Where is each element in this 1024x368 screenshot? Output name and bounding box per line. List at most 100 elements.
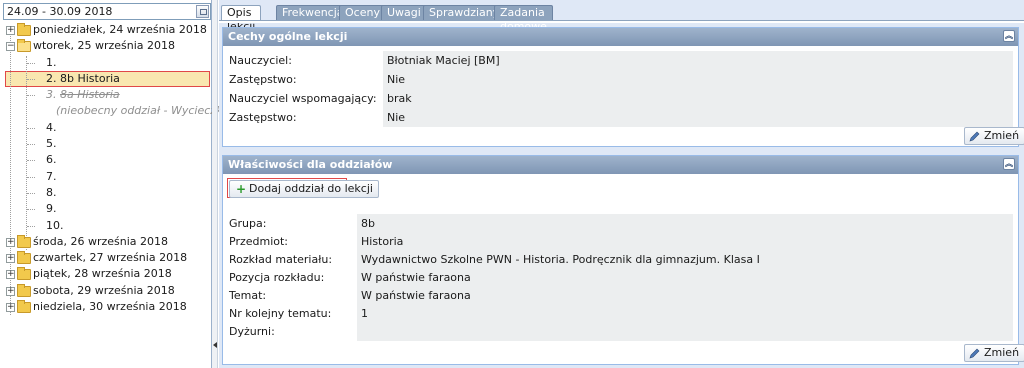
tree-lesson-item[interactable]: 6. (0, 152, 211, 168)
general-lesson-panel: Cechy ogólne lekcji ︽ Nauczyciel: Błotni… (222, 27, 1024, 147)
field-row: Pozycja rozkładu: W państwie faraona (223, 268, 1020, 287)
tree-lesson-item[interactable]: 4. (0, 120, 211, 136)
tree-day-label: poniedziałek, 24 września 2018 (33, 23, 207, 36)
field-value: 8b (357, 214, 1013, 233)
tree-day-item[interactable]: + piątek, 28 września 2018 (0, 266, 211, 282)
field-row: Zastępstwo: Nie (223, 70, 1020, 89)
tree-lesson-label: 8. (46, 185, 57, 199)
tree-day-label: piątek, 28 września 2018 (33, 267, 172, 281)
collapse-chevron-up-icon[interactable]: ︽ (1003, 158, 1015, 170)
tree-lesson-item[interactable]: 1. (0, 55, 211, 71)
tree-lesson-label: 2. 8b Historia (46, 71, 120, 85)
add-class-label: Dodaj oddział do lekcji (249, 182, 373, 195)
expand-plus-icon[interactable]: + (6, 286, 15, 296)
field-row: Grupa: 8b (223, 214, 1020, 233)
tree-lesson-item[interactable]: 7. (0, 169, 211, 185)
collapse-minus-icon[interactable]: − (6, 42, 15, 52)
folder-icon (17, 251, 31, 265)
expand-plus-icon[interactable]: + (6, 270, 15, 280)
field-row: Temat: W państwie faraona (223, 286, 1020, 305)
tree-day-item[interactable]: + czwartek, 27 września 2018 (0, 250, 211, 266)
tree-day-item[interactable]: + poniedziałek, 24 września 2018 (0, 22, 211, 38)
pane-splitter[interactable] (212, 0, 218, 368)
tree-day-item[interactable]: + niedziela, 30 września 2018 (0, 299, 211, 315)
field-value: Historia (357, 232, 1013, 251)
change-button[interactable]: Zmień (964, 344, 1024, 362)
week-range-field[interactable]: 24.09 - 30.09 2018 (3, 3, 211, 20)
folder-icon (17, 23, 31, 36)
field-value: W państwie faraona (357, 286, 1013, 305)
panel-title: Właściwości dla oddziałów (228, 158, 393, 171)
tab-sprawdziany[interactable]: Sprawdziany (423, 5, 506, 20)
tree-day-label: wtorek, 25 września 2018 (33, 39, 175, 53)
tree-lesson-item[interactable]: 9. (0, 201, 211, 217)
tab-oceny[interactable]: Oceny (339, 5, 386, 20)
folder-icon (17, 234, 31, 248)
calendar-icon[interactable] (196, 5, 209, 18)
tree-day-label: środa, 26 września 2018 (33, 234, 169, 248)
expand-plus-icon[interactable]: + (6, 26, 15, 35)
field-value: W państwie faraona (357, 268, 1013, 287)
change-button[interactable]: Zmień (964, 127, 1024, 145)
tab-uwagi[interactable]: Uwagi (381, 5, 427, 20)
change-button-label: Zmień (984, 129, 1020, 142)
class-properties-panel: Właściwości dla oddziałów ︽ + Dodaj oddz… (222, 155, 1024, 365)
field-row: Rozkład materiału: Wydawnictwo Szkolne P… (223, 250, 1020, 269)
lesson-tree-pane: 24.09 - 30.09 2018 + poniedziałek, 24 wr… (0, 0, 257, 368)
cancel-note-row: (nieobecny oddział - Wycieczka do... (0, 103, 257, 119)
field-label: Temat: (229, 289, 267, 302)
tree-lesson-item[interactable]: 8. (0, 185, 211, 201)
expand-plus-icon[interactable]: + (6, 237, 15, 247)
field-row: Przedmiot: Historia (223, 232, 1020, 251)
tree-lesson-item-selected[interactable]: 2. 8b Historia (0, 71, 211, 87)
add-class-button[interactable]: + Dodaj oddział do lekcji (229, 180, 379, 198)
cancelled-lesson-label: 8a Historia (60, 88, 120, 102)
tree-lesson-item[interactable]: 10. (0, 218, 211, 234)
field-label: Dyżurni: (229, 325, 275, 338)
field-label: Pozycja rozkładu: (229, 271, 325, 284)
tree-lesson-label: 10. (46, 218, 64, 232)
tree-lesson-label: 4. (46, 120, 57, 134)
field-value: 1 (357, 304, 1013, 323)
field-row: Dyżurni: (223, 322, 1020, 341)
panel-header: Właściwości dla oddziałów ︽ (223, 156, 1018, 174)
tab-strip-divider (219, 20, 1024, 23)
field-row: Nauczyciel wspomagający: brak (223, 89, 1020, 108)
field-row: Nr kolejny tematu: 1 (223, 304, 1020, 323)
field-value: Błotniak Maciej [BM] (383, 51, 1013, 70)
field-value: Wydawnictwo Szkolne PWN - Historia. Podr… (357, 250, 1013, 269)
tab-opis-lekcji[interactable]: Opis lekcji (221, 5, 262, 33)
tab-zadania-domowe[interactable]: Zadania domowe (494, 5, 553, 33)
tree-day-item[interactable]: − wtorek, 25 września 2018 (0, 38, 211, 54)
field-value: brak (383, 89, 1013, 108)
tree-lesson-label: 7. (46, 169, 57, 183)
pencil-icon (969, 131, 980, 142)
tree-day-label: czwartek, 27 września 2018 (33, 251, 188, 265)
field-row: Zastępstwo: Nie (223, 108, 1020, 127)
panel-header: Cechy ogólne lekcji ︽ (223, 28, 1018, 46)
tree-lesson-label: 6. (46, 153, 57, 167)
expand-plus-icon[interactable]: + (6, 254, 15, 264)
field-value: Nie (383, 70, 1013, 89)
expand-plus-icon[interactable]: + (6, 303, 15, 313)
tree-day-label: sobota, 29 września 2018 (33, 283, 175, 297)
field-label: Grupa: (229, 217, 267, 230)
field-label: Rozkład materiału: (229, 253, 333, 266)
tree-day-item[interactable]: + środa, 26 września 2018 (0, 234, 211, 250)
folder-icon (17, 300, 31, 314)
field-label: Nr kolejny tematu: (229, 307, 332, 320)
lesson-tree: + poniedziałek, 24 września 2018 − wtore… (0, 22, 257, 315)
tree-lesson-item[interactable]: 5. (0, 136, 211, 152)
folder-icon (17, 283, 31, 297)
pencil-icon (969, 348, 980, 359)
tree-day-item[interactable]: + sobota, 29 września 2018 (0, 283, 211, 299)
tree-day-label: niedziela, 30 września 2018 (33, 300, 187, 314)
field-label: Nauczyciel wspomagający: (229, 92, 377, 105)
field-label: Zastępstwo: (229, 111, 297, 124)
tree-lesson-label: 9. (46, 202, 57, 216)
lesson-number: 3. (46, 88, 60, 102)
tree-lesson-item-cancelled[interactable]: 3. 8a Historia (0, 87, 211, 103)
collapse-left-arrow-icon[interactable] (213, 342, 217, 348)
collapse-chevron-up-icon[interactable]: ︽ (1003, 30, 1015, 42)
field-row: Nauczyciel: Błotniak Maciej [BM] (223, 51, 1020, 70)
